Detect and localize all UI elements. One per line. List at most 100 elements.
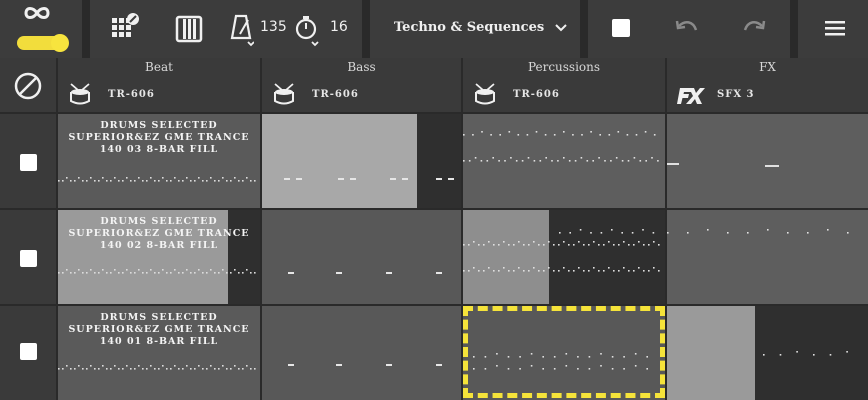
instrument-name: TR-606	[108, 89, 155, 100]
column-title: Bass	[347, 60, 376, 74]
note-mark	[846, 351, 848, 353]
note-mark	[122, 180, 124, 182]
clip-percussions-2[interactable]	[463, 210, 665, 304]
note-mark	[813, 354, 815, 356]
note-mark	[222, 365, 224, 367]
undo-icon[interactable]	[675, 18, 699, 38]
note-mark	[628, 270, 630, 272]
note-mark	[198, 177, 200, 179]
stop-icon[interactable]	[611, 18, 631, 38]
note-mark	[234, 269, 236, 271]
note-mark	[573, 244, 575, 246]
clip-pattern	[58, 269, 256, 274]
note-mark	[246, 365, 248, 367]
note-mark	[580, 157, 583, 159]
note-mark	[198, 269, 200, 271]
note-mark	[558, 270, 560, 272]
note-mark	[563, 241, 565, 243]
column-title: Beat	[145, 60, 173, 74]
row-checkbox[interactable]	[20, 343, 37, 360]
note-mark	[142, 272, 144, 274]
note-mark	[581, 134, 583, 136]
redo-icon[interactable]	[742, 18, 766, 38]
note-mark	[94, 180, 96, 182]
grid-divider	[0, 304, 868, 306]
note-mark	[559, 232, 561, 234]
column-header-beat[interactable]: Beat TR-606	[58, 58, 260, 114]
note-mark	[238, 272, 240, 274]
column-header-percussions[interactable]: Percussions TR-606	[463, 58, 665, 114]
preset-selector[interactable]: Techno & Sequences	[394, 20, 544, 35]
clip-bass-3[interactable]	[262, 306, 461, 400]
note-mark	[648, 244, 650, 246]
note-mark	[847, 232, 849, 234]
note-mark	[202, 368, 204, 370]
note-mark	[150, 177, 152, 179]
pad-grid-icon[interactable]	[110, 12, 140, 42]
note-mark	[473, 267, 475, 269]
note-mark	[490, 134, 492, 136]
note-mark	[170, 368, 172, 370]
note-mark	[126, 269, 128, 271]
menu-icon[interactable]	[824, 19, 846, 37]
chevron-down-icon[interactable]	[554, 22, 568, 34]
column-header-bass[interactable]: Bass TR-606	[262, 58, 461, 114]
note-mark	[250, 368, 252, 370]
note-mark	[122, 368, 124, 370]
clip-beat-2[interactable]: DRUMS SELECTED SUPERIOR&EZ GME TRANCE 14…	[58, 210, 260, 304]
fx-icon	[677, 88, 705, 104]
toolbar-divider	[82, 0, 90, 58]
clip-percussions-1[interactable]	[463, 114, 665, 208]
clip-beat-1[interactable]: DRUMS SELECTED SUPERIOR&EZ GME TRANCE 14…	[58, 114, 260, 208]
note-mark	[122, 272, 124, 274]
note-mark	[202, 272, 204, 274]
note-mark	[498, 270, 500, 272]
note-mark	[568, 160, 571, 162]
note-mark	[598, 244, 600, 246]
note-mark	[583, 270, 585, 272]
note-mark	[528, 270, 530, 272]
note-mark	[643, 244, 645, 246]
clip-fx-3[interactable]	[667, 306, 868, 400]
loop-icon[interactable]	[22, 4, 52, 22]
note-mark	[553, 134, 556, 136]
mute-icon[interactable]	[12, 70, 44, 102]
toolbar-divider	[580, 0, 588, 58]
clip-bass-2[interactable]	[262, 210, 461, 304]
note-mark	[603, 270, 605, 272]
metronome-icon[interactable]	[228, 14, 254, 48]
note-mark	[178, 180, 180, 182]
note-mark	[543, 270, 545, 272]
steps-value[interactable]: 16	[330, 19, 348, 35]
row-checkbox[interactable]	[20, 154, 37, 171]
timer-icon[interactable]	[294, 14, 320, 48]
note-mark	[242, 180, 244, 182]
note-mark	[638, 267, 640, 269]
loop-toggle[interactable]	[17, 34, 69, 52]
row-header	[0, 210, 57, 304]
note-mark	[463, 244, 465, 246]
clip-pattern	[58, 177, 256, 182]
clip-fx-2[interactable]	[667, 210, 868, 304]
note-mark	[118, 180, 120, 182]
tempo-value[interactable]: 135	[260, 19, 287, 35]
note-mark	[202, 180, 204, 182]
top-toolbar: 135 16 Techno & Sequences	[0, 0, 868, 58]
row-checkbox[interactable]	[20, 250, 37, 267]
clip-beat-3[interactable]: DRUMS SELECTED SUPERIOR&EZ GME TRANCE 14…	[58, 306, 260, 400]
note-mark	[58, 180, 60, 182]
note-mark	[572, 134, 574, 136]
note-mark	[608, 241, 610, 243]
note-mark	[523, 244, 525, 246]
note-mark	[563, 157, 565, 159]
clip-fx-1[interactable]	[667, 114, 868, 208]
piano-icon[interactable]	[175, 15, 203, 43]
note-mark	[478, 270, 480, 272]
note-mark	[102, 269, 104, 271]
clip-bass-1[interactable]	[262, 114, 461, 208]
column-header-fx[interactable]: FX SFX 3	[667, 58, 868, 114]
note-mark	[618, 244, 620, 246]
note-mark	[623, 267, 625, 269]
clip-pattern	[288, 272, 442, 274]
note-mark	[578, 241, 580, 243]
